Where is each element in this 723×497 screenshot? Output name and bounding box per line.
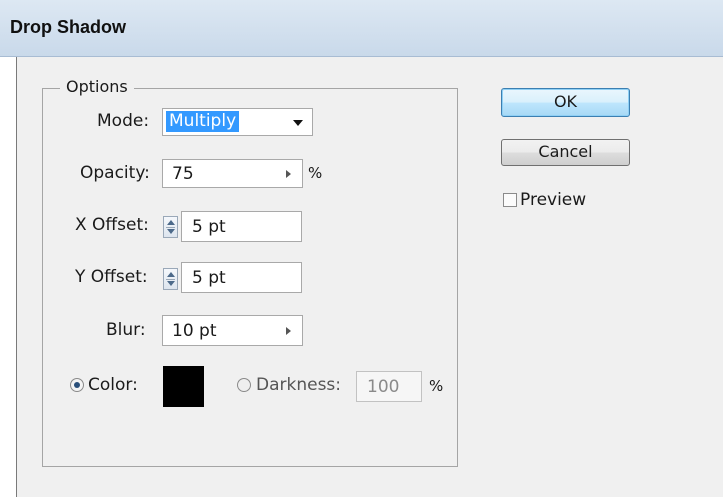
preview-checkbox[interactable] (503, 193, 517, 207)
y-offset-field[interactable]: 5 pt (181, 262, 302, 293)
blur-label: Blur: (106, 320, 146, 340)
mode-value: Multiply (166, 111, 240, 132)
mode-label: Mode: (97, 111, 150, 131)
darkness-field[interactable]: 100 (356, 371, 422, 402)
darkness-value: 100 (367, 377, 400, 397)
x-offset-value: 5 pt (192, 217, 226, 237)
darkness-radio[interactable] (237, 378, 251, 392)
opacity-label: Opacity: (80, 163, 150, 183)
darkness-unit: % (429, 377, 444, 395)
x-offset-label: X Offset: (75, 215, 149, 235)
y-offset-stepper-icon[interactable] (163, 268, 178, 290)
blur-value: 10 pt (172, 321, 217, 341)
darkness-label[interactable]: Darkness: (256, 375, 341, 395)
y-offset-value: 5 pt (192, 268, 226, 288)
y-offset-label: Y Offset: (75, 267, 148, 287)
ok-button[interactable]: OK (501, 88, 630, 117)
slider-popup-arrow-icon[interactable] (286, 170, 291, 178)
mode-dropdown[interactable]: Multiply (162, 108, 313, 136)
options-group-label: Options (60, 77, 134, 96)
x-offset-field[interactable]: 5 pt (181, 211, 302, 242)
opacity-field[interactable]: 75 (162, 159, 303, 188)
x-offset-stepper-icon[interactable] (163, 216, 178, 238)
opacity-unit: % (308, 164, 323, 182)
opacity-value: 75 (172, 164, 194, 184)
chevron-down-icon[interactable] (293, 120, 303, 126)
color-swatch[interactable] (163, 366, 204, 407)
blur-field[interactable]: 10 pt (162, 315, 303, 346)
cancel-button[interactable]: Cancel (501, 139, 630, 166)
slider-popup-arrow-icon[interactable] (286, 327, 291, 335)
window-title: Drop Shadow (10, 17, 126, 37)
color-radio[interactable] (70, 378, 84, 392)
preview-label[interactable]: Preview (520, 190, 586, 210)
title-bar: Drop Shadow (0, 0, 723, 57)
color-label[interactable]: Color: (88, 375, 138, 395)
